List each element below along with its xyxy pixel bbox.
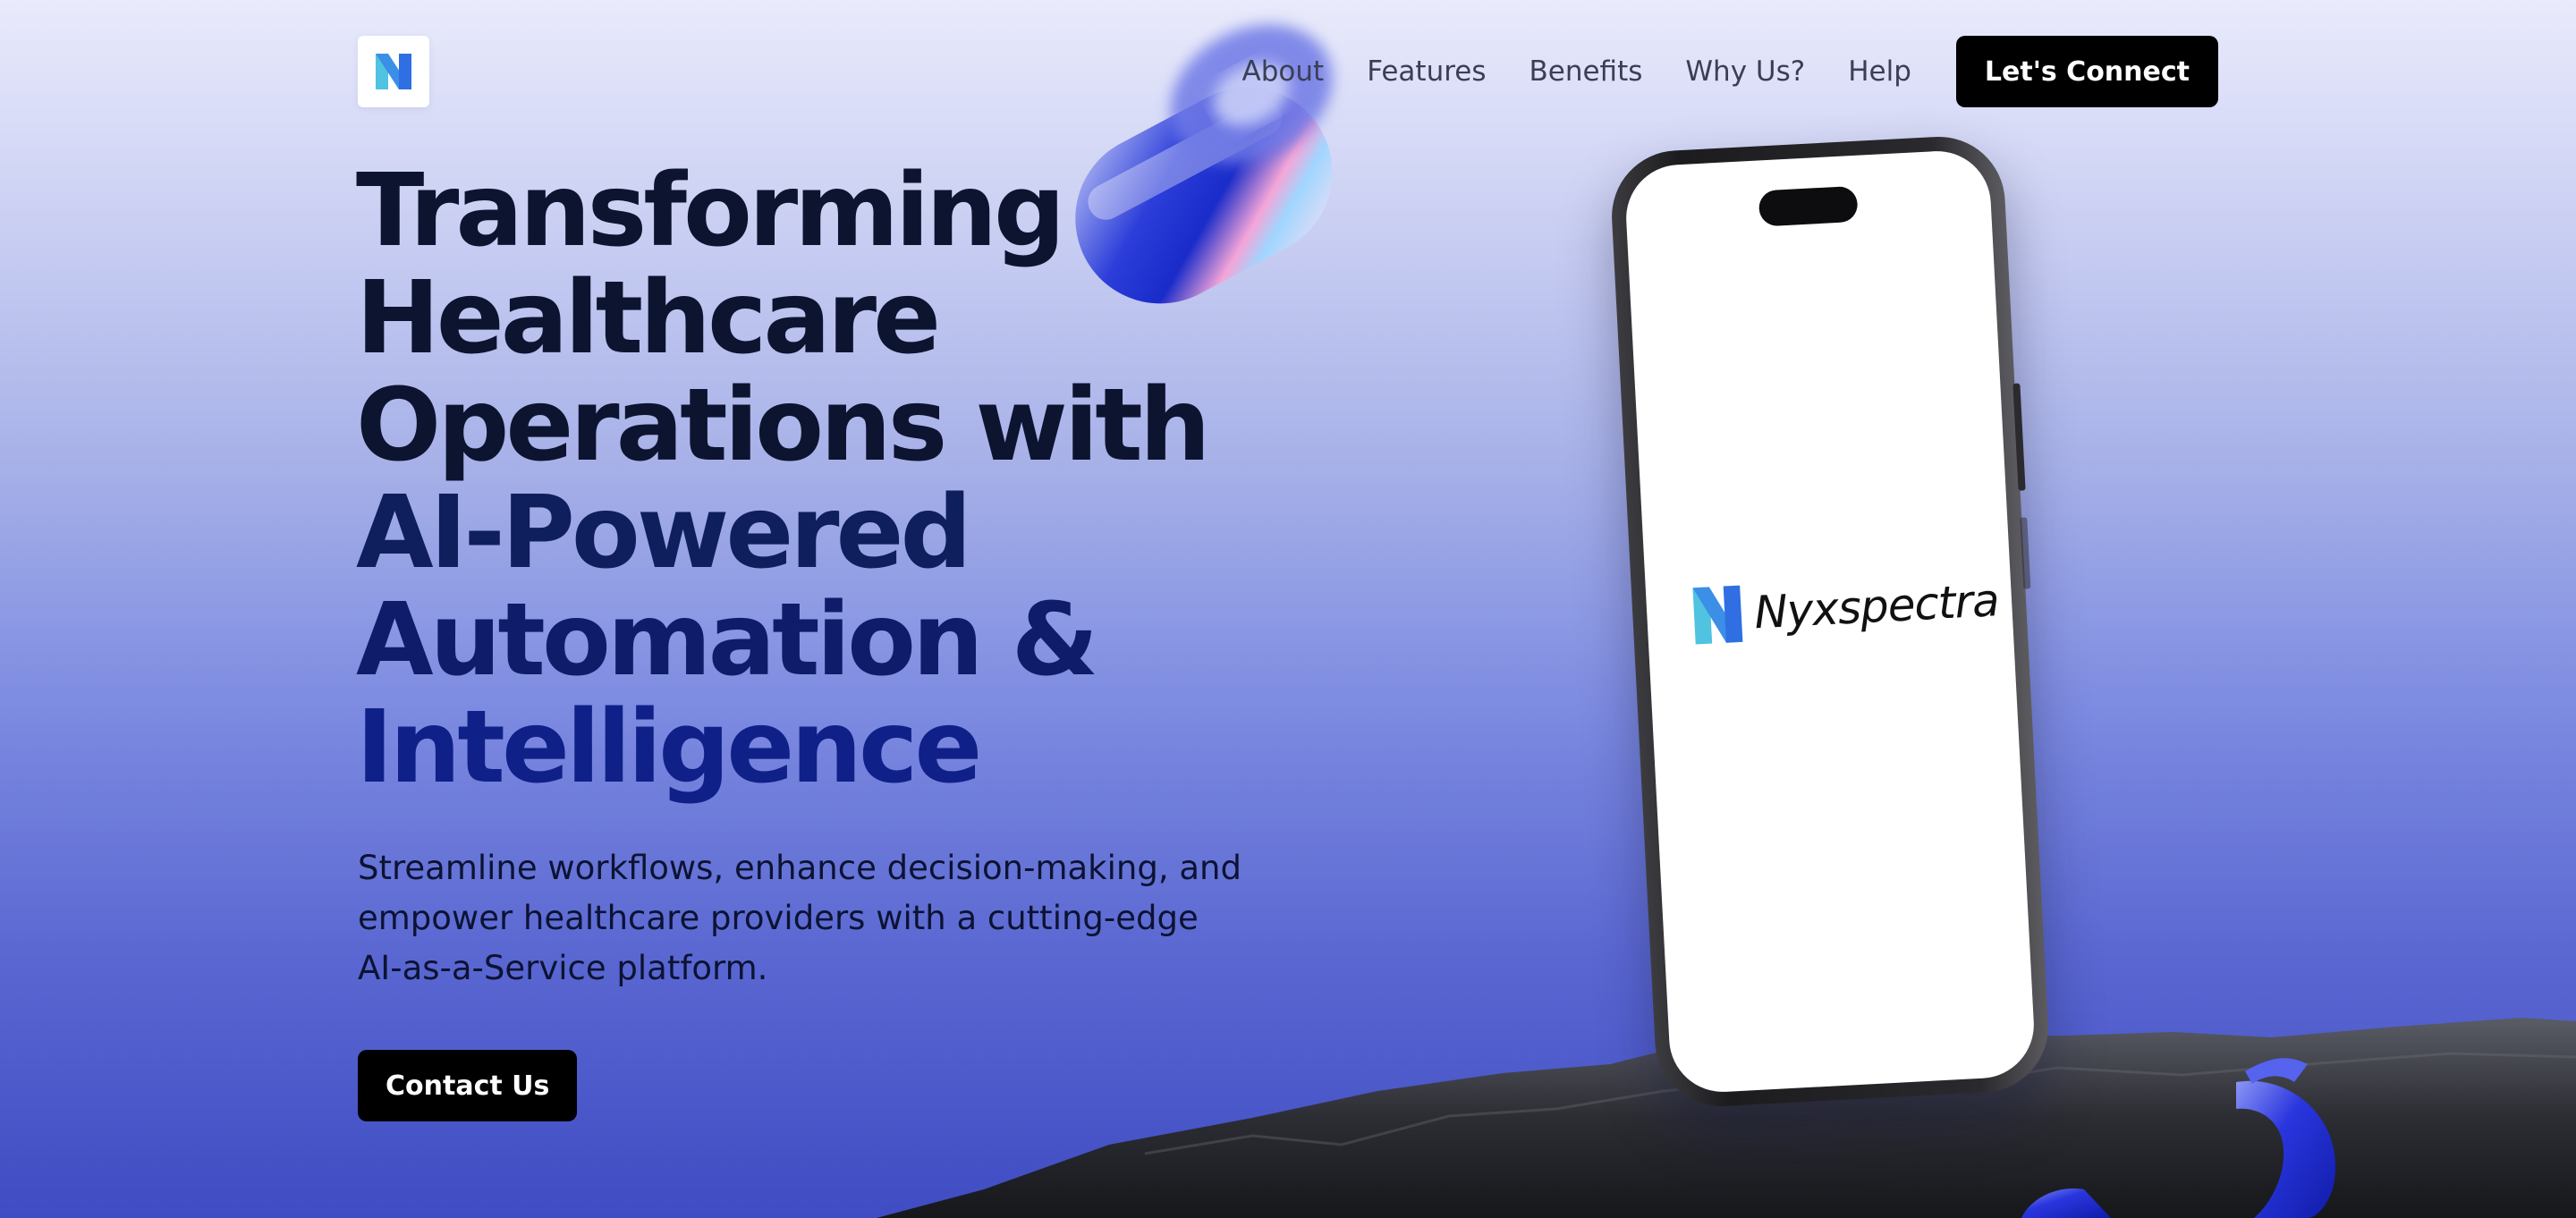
headline-line: AI-Powered: [356, 475, 972, 591]
brand-logo-icon: [376, 54, 411, 89]
contact-us-button[interactable]: Contact Us: [358, 1050, 578, 1121]
nav-link-about[interactable]: About: [1242, 55, 1325, 88]
headline-line: Transforming: [356, 153, 1065, 269]
phone-screen-logo: Nyxspectra: [1690, 569, 2001, 647]
top-nav: About Features Benefits Why Us? Help Let…: [1242, 36, 2218, 107]
brand-logo-icon: [1692, 585, 1743, 645]
phone-screen: Nyxspectra: [1623, 148, 2037, 1095]
nav-link-features[interactable]: Features: [1367, 55, 1486, 88]
lets-connect-button[interactable]: Let's Connect: [1955, 36, 2218, 107]
nav-link-why-us[interactable]: Why Us?: [1685, 55, 1805, 88]
hero-headline: Transforming Healthcare Operations with …: [356, 157, 1340, 801]
headline-line: Operations with: [356, 368, 1211, 484]
landing-page: About Features Benefits Why Us? Help Let…: [0, 0, 2576, 1218]
headline-line: Automation &: [356, 582, 1098, 698]
dynamic-island: [1758, 185, 1859, 227]
headline-line: Healthcare: [356, 260, 941, 376]
headline-line: Intelligence: [356, 689, 982, 806]
hero-subcopy: Streamline workflows, enhance decision-m…: [358, 849, 1241, 987]
logo[interactable]: [358, 36, 429, 107]
blue-ring-decoration: [2021, 1058, 2336, 1218]
nav-link-help[interactable]: Help: [1848, 55, 1911, 88]
phone-brand-name: Nyxspectra: [1752, 574, 2000, 639]
nav-link-benefits[interactable]: Benefits: [1530, 55, 1643, 88]
phone-mockup: Nyxspectra: [1608, 133, 2052, 1110]
